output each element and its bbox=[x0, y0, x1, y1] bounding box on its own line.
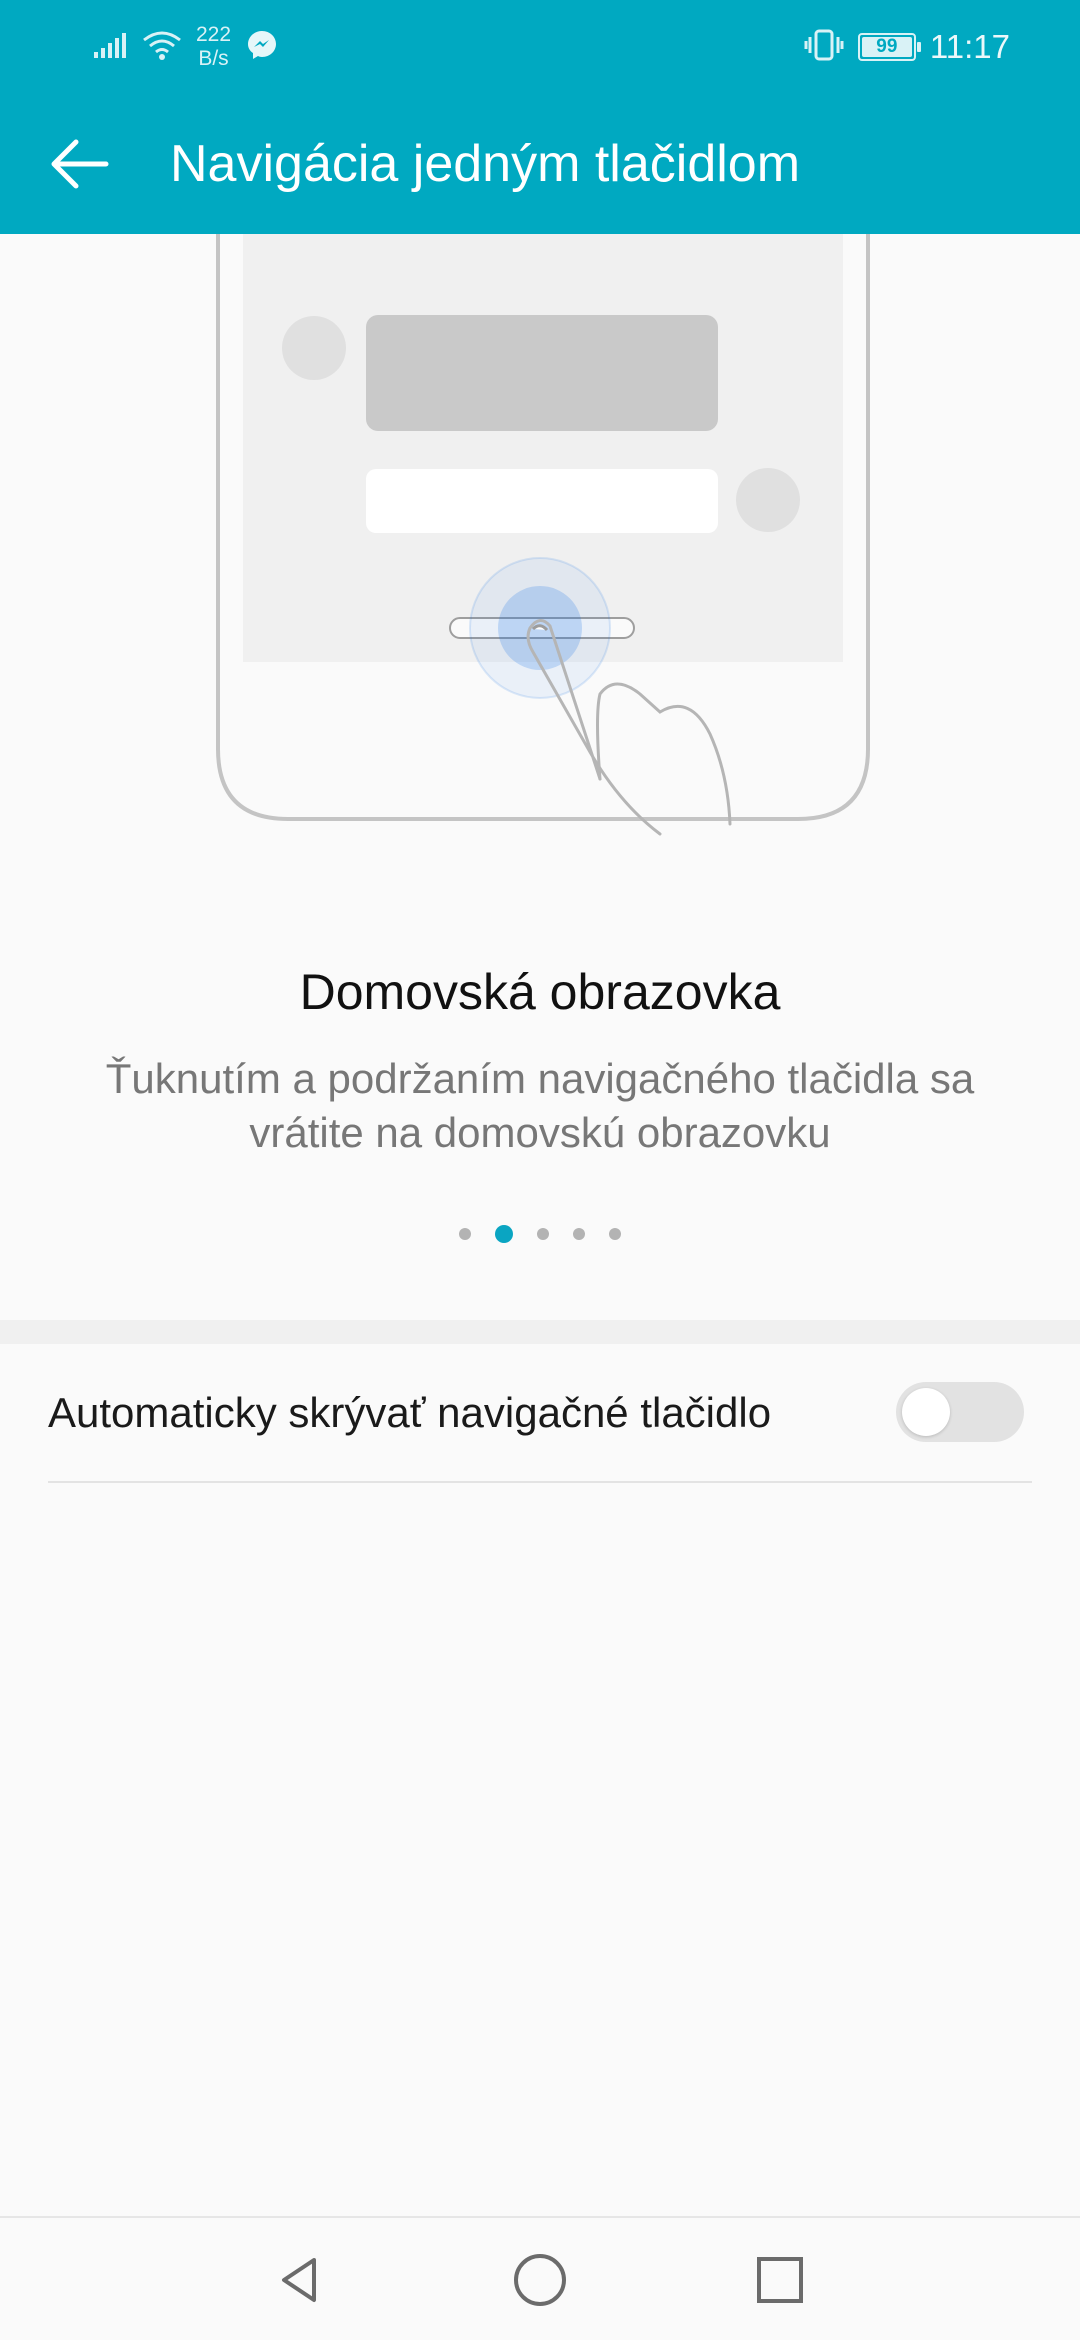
nav-recents-icon bbox=[757, 2257, 803, 2303]
battery-level: 99 bbox=[876, 36, 898, 57]
vibrate-icon bbox=[804, 28, 844, 67]
status-time: 11:17 bbox=[929, 28, 1010, 65]
back-arrow-icon bbox=[51, 139, 109, 189]
network-speed-unit: B/s bbox=[198, 47, 229, 70]
slide-description: Ťuknutím a podržaním navigačného tlačidl… bbox=[105, 1055, 975, 1156]
signal-icon bbox=[92, 30, 128, 65]
slide-title: Domovská obrazovka bbox=[299, 964, 781, 1020]
nav-home-button[interactable] bbox=[500, 2240, 580, 2320]
status-bar: 222 B/s 99 11:17 bbox=[0, 0, 1080, 94]
auto-hide-toggle[interactable] bbox=[896, 1382, 1024, 1442]
placeholder-circle-top bbox=[282, 316, 346, 380]
row-divider bbox=[48, 1481, 1032, 1483]
page-dot-3[interactable] bbox=[537, 1228, 549, 1240]
toggle-knob bbox=[902, 1388, 950, 1436]
status-bar-left: 222 B/s bbox=[92, 18, 279, 76]
wifi-icon bbox=[142, 29, 182, 66]
app-bar: Navigácia jedným tlačidlom bbox=[0, 94, 1080, 234]
nav-back-icon bbox=[282, 2258, 316, 2302]
page-indicator bbox=[0, 1224, 1080, 1244]
page-dot-4[interactable] bbox=[573, 1228, 585, 1240]
back-button[interactable] bbox=[40, 128, 120, 200]
status-bar-right: 99 11:17 bbox=[804, 18, 1010, 76]
page-title: Navigácia jedným tlačidlom bbox=[170, 135, 801, 193]
system-nav-bar bbox=[0, 2216, 1080, 2340]
placeholder-bar bbox=[366, 469, 718, 533]
battery-icon: 99 bbox=[857, 33, 921, 61]
screen: 222 B/s 99 11:17 Navigácia jedným tlačid… bbox=[0, 0, 1080, 2340]
page-dot-1[interactable] bbox=[459, 1228, 471, 1240]
page-dot-2[interactable] bbox=[495, 1225, 513, 1243]
gesture-illustration bbox=[0, 224, 1080, 874]
nav-back-button[interactable] bbox=[260, 2240, 340, 2320]
placeholder-card bbox=[366, 315, 718, 431]
messenger-icon bbox=[245, 28, 279, 67]
network-speed: 222 B/s bbox=[196, 23, 231, 71]
auto-hide-setting-row[interactable]: Automaticky skrývať navigačné tlačidlo bbox=[0, 1344, 1080, 1482]
nav-home-icon bbox=[514, 2254, 566, 2306]
section-divider bbox=[0, 1320, 1080, 1344]
nav-recents-button[interactable] bbox=[740, 2240, 820, 2320]
auto-hide-label: Automaticky skrývať navigačné tlačidlo bbox=[48, 1389, 772, 1436]
page-dot-5[interactable] bbox=[609, 1228, 621, 1240]
placeholder-circle-bottom bbox=[736, 468, 800, 532]
network-speed-value: 222 bbox=[196, 23, 232, 46]
